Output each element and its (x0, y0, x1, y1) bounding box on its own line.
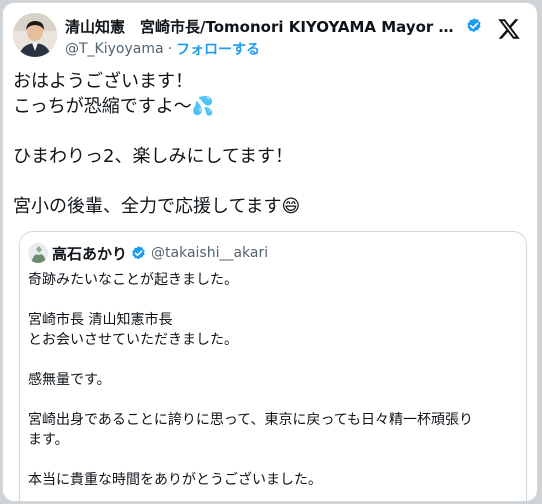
tweet-text: おはようございます！ こっちが恐縮ですよ〜💦 ひまわりっ2、楽しみにしてます！ … (13, 69, 527, 219)
author-avatar[interactable] (13, 13, 57, 57)
tweet-line: こっちが恐縮ですよ〜💦 (13, 96, 215, 117)
verified-badge-icon (467, 18, 481, 33)
follow-button[interactable]: フォローする (176, 39, 260, 59)
quoted-tweet-text: 奇跡みたいなことが起きました。 宮崎市長 清山知憲市長 とお会いさせていただきま… (28, 270, 514, 490)
quoted-line: 宮崎出身であることに誇りに思って、東京に戻っても日々精一杯頑張り (28, 412, 474, 428)
separator-dot: · (167, 41, 173, 57)
quoted-author-handle[interactable]: @takaishi__akari (151, 245, 268, 261)
quoted-line: 宮崎市長 清山知憲市長 (28, 312, 173, 328)
author-names: 清山知憲 宮崎市長/Tomonori KIYOYAMA Mayor of Miy… (65, 15, 483, 59)
author-display-name[interactable]: 清山知憲 宮崎市長/Tomonori KIYOYAMA Mayor of Miy… (65, 16, 461, 37)
quoted-line: ます。 (28, 432, 69, 448)
quoted-avatar-image (28, 243, 48, 263)
avatar-image (13, 13, 57, 57)
verified-badge-icon (132, 245, 145, 259)
quoted-line: 奇跡みたいなことが起きました。 (28, 272, 238, 288)
tweet-header: 清山知憲 宮崎市長/Tomonori KIYOYAMA Mayor of Miy… (13, 13, 527, 63)
quoted-line: 本当に貴重な時間をありがとうございました。 (28, 472, 322, 488)
tweet-line: 宮小の後輩、全力で応援してます😄 (13, 196, 301, 217)
quoted-author-name[interactable]: 高石あかり (52, 243, 127, 264)
tweet-line: おはようございます！ (13, 71, 193, 92)
tweet-line: ひまわりっ2、楽しみにしてます！ (13, 146, 294, 167)
author-handle[interactable]: @T_Kiyoyama (65, 41, 164, 57)
tweet-card: 清山知憲 宮崎市長/Tomonori KIYOYAMA Mayor of Miy… (2, 2, 538, 502)
x-logo-icon[interactable] (497, 17, 521, 41)
quoted-author-avatar[interactable] (28, 243, 48, 263)
quoted-line: 感無量です。 (28, 372, 111, 388)
quoted-tweet-header: 高石あかり @takaishi__akari (28, 242, 268, 264)
quoted-line: とお会いさせていただきました。 (28, 332, 238, 348)
quoted-tweet[interactable]: 高石あかり @takaishi__akari 奇跡みたいなことが起きました。 宮… (19, 231, 527, 501)
